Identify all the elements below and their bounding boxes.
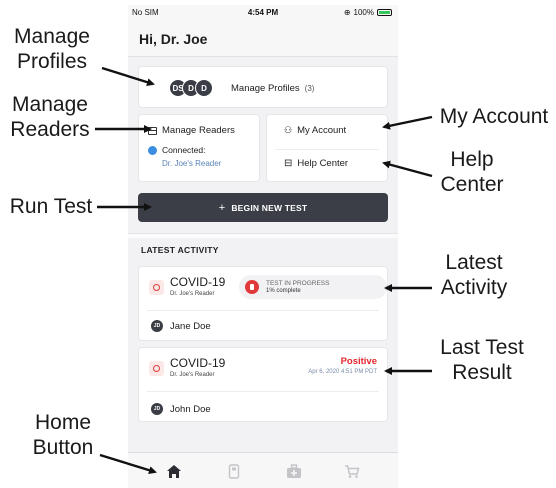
tab-bar xyxy=(128,452,398,488)
phone-screen: No SIM 4:54 PM ⊕ 100% Hi, Dr. Joe DS D D… xyxy=(128,5,398,488)
annotation-help-center: Help Center xyxy=(440,148,504,196)
annotation-manage-readers: Manage Readers xyxy=(10,93,90,141)
manage-profiles-row: Manage Profiles (3) xyxy=(231,83,314,94)
reader-icon xyxy=(148,126,157,135)
progress-percent: 1% complete xyxy=(266,288,301,294)
test-reader: Dr. Joe's Reader xyxy=(170,291,215,297)
cart-icon xyxy=(345,464,360,478)
help-center-label: Help Center xyxy=(297,158,349,169)
help-center-button[interactable]: ⊟ Help Center xyxy=(284,158,348,169)
latest-activity-title: LATEST ACTIVITY xyxy=(141,245,219,255)
begin-new-test-label: BEGIN NEW TEST xyxy=(231,202,308,213)
divider xyxy=(275,149,379,150)
manage-readers-row: Manage Readers xyxy=(148,125,235,136)
account-help-card: ⚇ My Account ⊟ Help Center xyxy=(266,114,388,182)
test-progress-pill: TEST IN PROGRESS 1% complete xyxy=(239,275,387,299)
orientation-lock-icon: ⊕ xyxy=(343,8,351,17)
profile-count: (3) xyxy=(304,84,315,93)
battery-icon xyxy=(377,9,392,16)
section-divider xyxy=(128,233,398,238)
user-icon: ⚇ xyxy=(284,125,293,135)
tab-kit[interactable] xyxy=(286,463,302,479)
annotated-screenshot: No SIM 4:54 PM ⊕ 100% Hi, Dr. Joe DS D D… xyxy=(0,0,556,488)
test-name: COVID-19 xyxy=(170,275,226,289)
plus-icon: + xyxy=(218,201,226,214)
annotation-run-test: Run Test xyxy=(9,195,93,218)
my-account-label: My Account xyxy=(297,125,347,136)
result-timestamp: Apr 6, 2020 4:51 PM PDT xyxy=(308,369,377,375)
annotation-manage-profiles: Manage Profiles xyxy=(14,25,90,73)
tab-reader[interactable] xyxy=(226,463,242,479)
divider xyxy=(147,310,379,311)
tab-home[interactable] xyxy=(166,463,182,479)
annotation-home-button: Home Button xyxy=(32,411,94,459)
activity-card[interactable]: COVID-19 Dr. Joe's Reader Positive Apr 6… xyxy=(138,347,388,422)
battery-percent: 100% xyxy=(353,8,374,17)
book-icon: ⊟ xyxy=(284,158,293,169)
person-name: John Doe xyxy=(170,404,211,415)
test-icon xyxy=(149,280,164,295)
annotation-latest-activity: Latest Activity xyxy=(440,251,508,299)
manage-readers-card[interactable]: Manage Readers Connected: Dr. Joe's Read… xyxy=(138,114,260,182)
test-icon xyxy=(149,361,164,376)
header: Hi, Dr. Joe xyxy=(128,21,398,57)
tab-cart[interactable] xyxy=(344,463,360,479)
avatar: JD xyxy=(151,403,163,415)
test-result: Positive xyxy=(340,356,377,367)
connection-status: Connected: xyxy=(148,145,205,155)
connected-reader-name: Dr. Joe's Reader xyxy=(162,159,222,168)
connection-status-label: Connected: xyxy=(162,145,206,155)
timer-icon xyxy=(245,280,259,294)
battery-indicator: ⊕ 100% xyxy=(344,8,392,17)
status-bar: No SIM 4:54 PM ⊕ 100% xyxy=(128,5,398,21)
manage-profiles-card[interactable]: DS D D Manage Profiles (3) xyxy=(138,66,388,108)
activity-card[interactable]: COVID-19 Dr. Joe's Reader TEST IN PROGRE… xyxy=(138,266,388,341)
test-reader: Dr. Joe's Reader xyxy=(170,372,215,378)
my-account-button[interactable]: ⚇ My Account xyxy=(284,125,346,136)
annotation-last-test-result: Last Test Result xyxy=(440,336,524,384)
reader-icon xyxy=(228,463,240,479)
avatar: JD xyxy=(151,320,163,332)
manage-readers-label: Manage Readers xyxy=(162,125,235,136)
avatar: D xyxy=(195,79,213,97)
person-name: Jane Doe xyxy=(170,321,211,332)
test-name: COVID-19 xyxy=(170,356,226,370)
annotation-my-account: My Account xyxy=(439,105,549,128)
home-icon xyxy=(167,464,181,478)
profile-avatars: DS D D xyxy=(169,79,213,97)
manage-profiles-label: Manage Profiles xyxy=(231,83,300,94)
bluetooth-icon xyxy=(148,145,157,155)
begin-new-test-button[interactable]: + BEGIN NEW TEST xyxy=(138,193,388,222)
kit-icon xyxy=(287,463,301,478)
greeting-title: Hi, Dr. Joe xyxy=(139,31,208,47)
progress-status: TEST IN PROGRESS xyxy=(266,280,330,287)
divider xyxy=(147,391,379,392)
